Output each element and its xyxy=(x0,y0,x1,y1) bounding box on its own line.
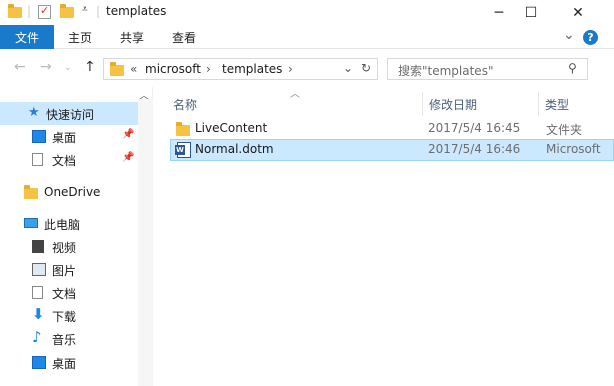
maximize-button[interactable]: ☐ xyxy=(508,0,554,25)
folder-icon xyxy=(110,62,124,76)
close-button[interactable]: ✕ xyxy=(555,0,601,25)
desktop-icon xyxy=(32,130,46,143)
nav-item-downloads[interactable]: ⬇ 下载 xyxy=(0,304,138,327)
quick-access-dropdown-icon[interactable]: ⩡ xyxy=(82,4,88,15)
file-name: LiveContent xyxy=(195,121,268,135)
nav-item-music[interactable]: ♪ 音乐 xyxy=(0,327,138,350)
nav-item-pictures[interactable]: 图片 xyxy=(0,258,138,281)
nav-item-quick-access[interactable]: ★ 快速访问 xyxy=(0,102,138,125)
nav-item-documents[interactable]: 文档 xyxy=(0,281,138,304)
nav-item-onedrive[interactable]: OneDrive xyxy=(0,181,138,204)
refresh-icon[interactable]: ↻ xyxy=(361,61,371,75)
nav-item-desktop[interactable]: 桌面 xyxy=(0,351,138,374)
file-modified: 2017/5/4 16:45 xyxy=(428,121,521,135)
divider: | xyxy=(27,4,32,18)
folder-icon xyxy=(8,4,22,18)
breadcrumb-templates[interactable]: templates xyxy=(222,62,282,76)
folder-icon xyxy=(176,122,190,136)
properties-icon[interactable]: ✓ xyxy=(38,4,51,19)
word-template-icon xyxy=(175,142,191,158)
nav-item-this-pc[interactable]: 此电脑 xyxy=(0,212,138,235)
documents-icon xyxy=(32,153,43,166)
file-row-selected[interactable]: Normal.dotm 2017/5/4 16:46 Microsoft xyxy=(170,139,614,161)
divider: | xyxy=(96,4,101,18)
breadcrumb-microsoft[interactable]: microsoft xyxy=(145,62,201,76)
ribbon-expand-icon[interactable]: ⌄ xyxy=(563,27,575,43)
file-name: Normal.dotm xyxy=(195,142,274,156)
pictures-icon xyxy=(32,263,46,276)
tab-file[interactable]: 文件 xyxy=(0,25,54,49)
file-modified: 2017/5/4 16:46 xyxy=(428,142,521,156)
breadcrumb-chevron-icon: › xyxy=(206,62,211,76)
search-field[interactable]: 搜索"templates" ⚲ xyxy=(387,58,588,80)
documents-icon xyxy=(32,286,43,299)
file-list: ︿ 名称 修改日期 类型 LiveContent 2017/5/4 16:45 … xyxy=(153,87,614,386)
download-icon: ⬇ xyxy=(32,305,45,323)
nav-item-documents-pinned[interactable]: 文档 📌 xyxy=(0,148,138,171)
onedrive-folder-icon xyxy=(24,185,38,199)
back-arrow-icon[interactable]: ← xyxy=(14,59,26,75)
address-bar[interactable]: « microsoft › templates › ⌄ ↻ xyxy=(103,58,378,80)
title-bar: | ✓ ⩡ | templates ─ ☐ ✕ xyxy=(0,0,614,25)
desktop-icon xyxy=(32,356,46,369)
new-folder-icon[interactable] xyxy=(60,4,74,18)
star-icon: ★ xyxy=(28,105,40,120)
search-icon[interactable]: ⚲ xyxy=(568,61,577,75)
tab-home[interactable]: 主页 xyxy=(56,25,104,49)
tab-share[interactable]: 共享 xyxy=(108,25,156,49)
help-icon[interactable]: ? xyxy=(583,30,598,45)
address-dropdown-icon[interactable]: ⌄ xyxy=(343,61,353,75)
breadcrumb-overflow[interactable]: « xyxy=(130,62,137,76)
search-placeholder: 搜索"templates" xyxy=(398,64,494,78)
pin-icon[interactable]: 📌 xyxy=(122,129,134,140)
address-row: ← → ⌄ ↑ « microsoft › templates › ⌄ ↻ 搜索… xyxy=(0,49,614,87)
navigation-pane: ︿ ★ 快速访问 桌面 📌 文档 📌 OneDrive 此电脑 视频 图片 文档… xyxy=(0,87,153,386)
ribbon-tabs: 文件 主页 共享 查看 ⌄ ? xyxy=(0,25,614,49)
window-title: templates xyxy=(106,4,167,18)
recent-dropdown-icon[interactable]: ⌄ xyxy=(64,63,72,73)
file-type: Microsoft xyxy=(546,142,601,156)
breadcrumb-chevron-icon: › xyxy=(288,62,293,76)
nav-item-desktop-pinned[interactable]: 桌面 📌 xyxy=(0,125,138,148)
nav-scrollbar[interactable] xyxy=(138,99,153,386)
pin-icon[interactable]: 📌 xyxy=(122,152,134,163)
file-row[interactable]: LiveContent 2017/5/4 16:45 文件夹 xyxy=(170,118,614,140)
music-icon: ♪ xyxy=(32,328,42,346)
this-pc-icon xyxy=(24,218,38,228)
column-header-modified[interactable]: 修改日期 xyxy=(423,92,538,116)
nav-item-videos[interactable]: 视频 xyxy=(0,235,138,258)
file-type: 文件夹 xyxy=(546,123,583,137)
column-header-name[interactable]: 名称 xyxy=(167,92,422,116)
up-arrow-icon[interactable]: ↑ xyxy=(84,59,96,75)
column-header-type[interactable]: 类型 xyxy=(539,92,614,116)
forward-arrow-icon[interactable]: → xyxy=(40,59,52,75)
video-icon xyxy=(32,240,44,253)
tab-view[interactable]: 查看 xyxy=(160,25,208,49)
